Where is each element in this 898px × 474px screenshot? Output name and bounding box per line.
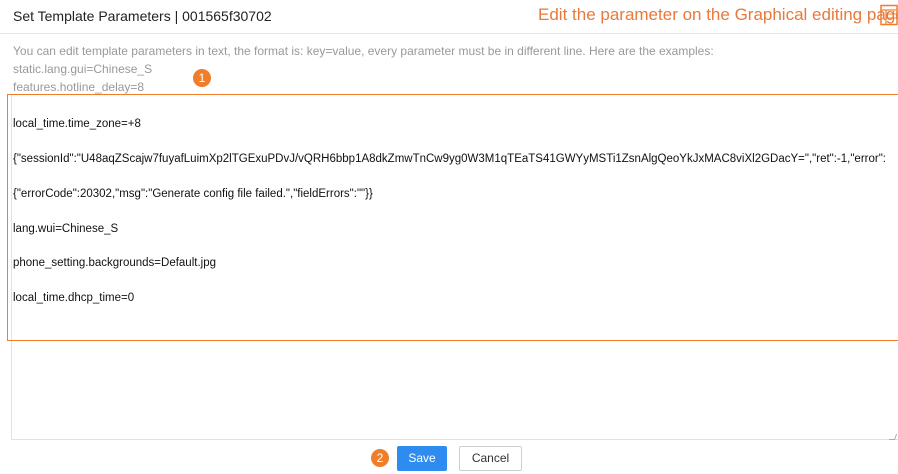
textarea-content[interactable]: local_time.time_zone=+8 {"sessionId":"U4… xyxy=(13,96,893,328)
example-line-1: static.lang.gui=Chinese_S xyxy=(13,62,153,76)
editor-line: local_time.dhcp_time=0 xyxy=(13,292,135,305)
example-line-2: features.hotline_delay=8 xyxy=(13,80,145,94)
template-grid-icon[interactable] xyxy=(880,4,898,26)
instruction-text: You can edit template parameters in text… xyxy=(13,44,714,58)
editor-line: {"sessionId":"U48aqZScajw7fuyafLuimXp2lT… xyxy=(13,152,886,165)
cancel-button[interactable]: Cancel xyxy=(459,446,522,471)
editor-line: phone_setting.backgrounds=Default.jpg xyxy=(13,257,216,270)
header-divider xyxy=(0,33,898,34)
step-badge-2: 2 xyxy=(371,449,389,467)
step-badge-1: 1 xyxy=(193,69,211,87)
graphical-edit-hint: Edit the parameter on the Graphical edit… xyxy=(538,5,898,24)
editor-line: {"errorCode":20302,"msg":"Generate confi… xyxy=(13,187,373,200)
dialog-title: Set Template Parameters | 001565f30702 xyxy=(13,8,272,24)
editor-line: local_time.time_zone=+8 xyxy=(13,118,141,131)
save-button[interactable]: Save xyxy=(397,446,447,471)
editor-line: lang.wui=Chinese_S xyxy=(13,222,119,235)
